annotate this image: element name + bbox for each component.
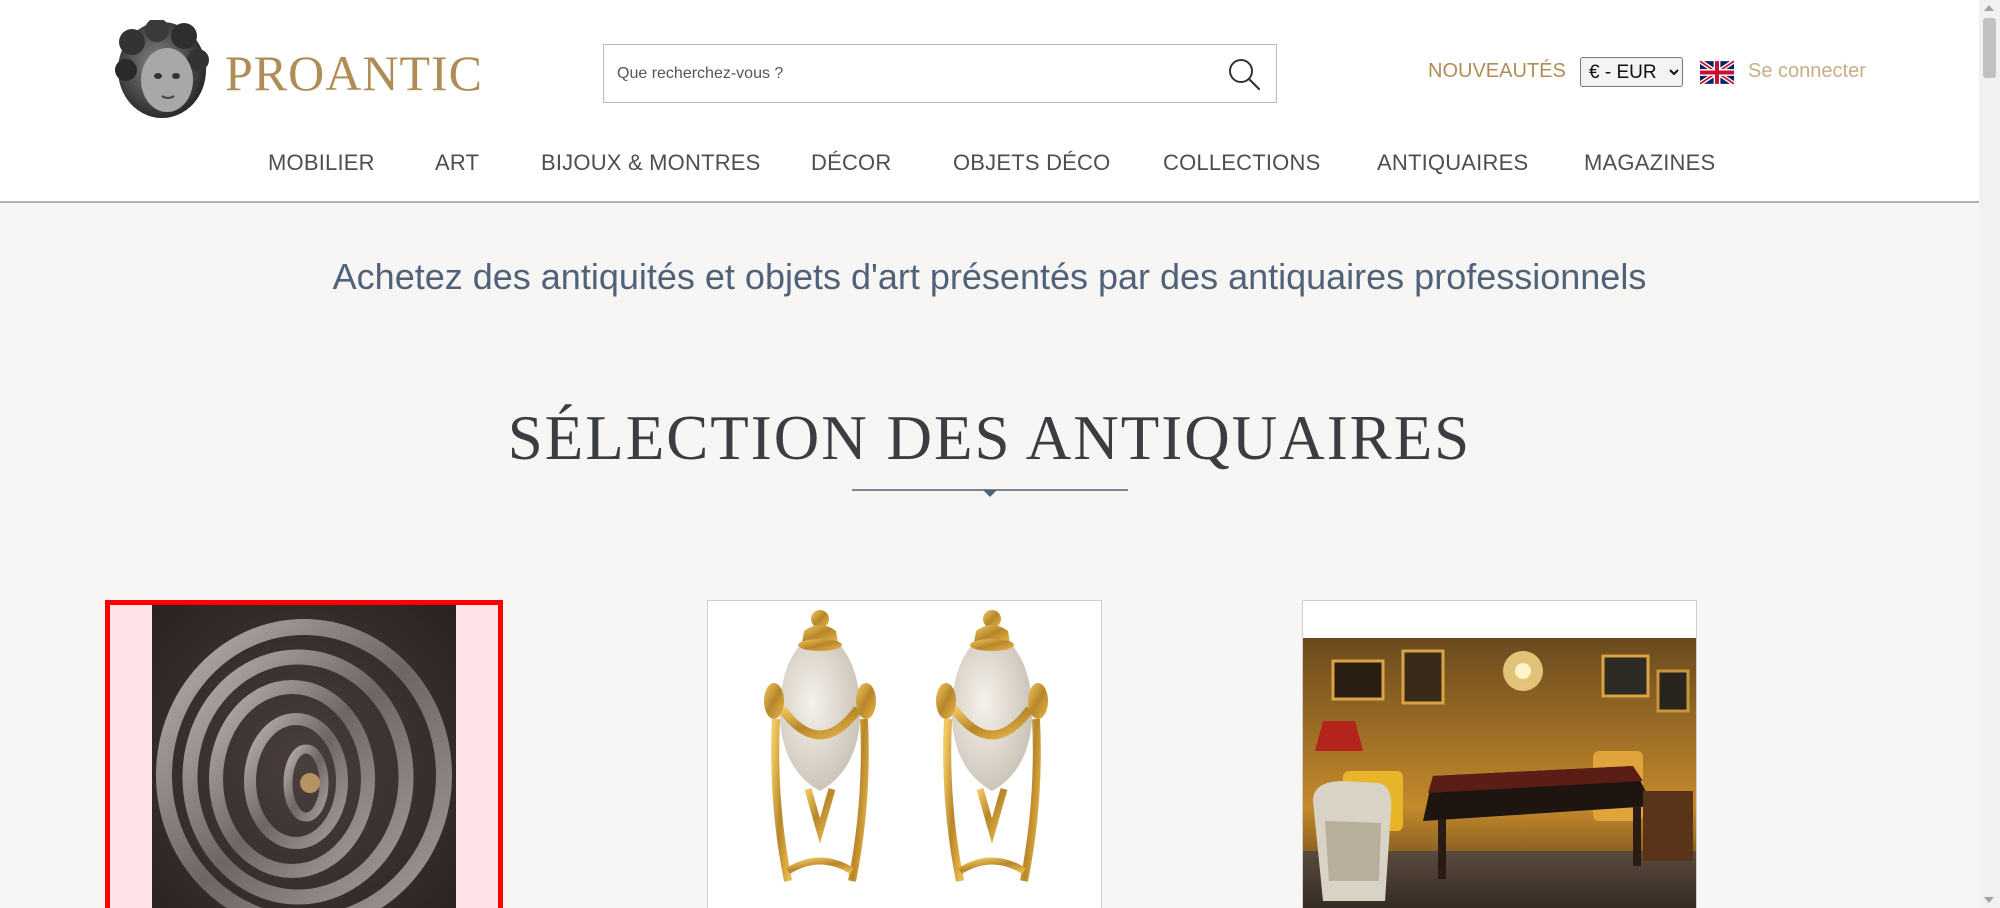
section-title: SÉLECTION DES ANTIQUAIRES: [507, 403, 1472, 473]
scroll-up-arrow-icon[interactable]: [1984, 5, 1994, 11]
nav-item-collections[interactable]: COLLECTIONS: [1163, 150, 1320, 176]
nav-item-mobilier[interactable]: MOBILIER: [268, 150, 375, 176]
login-link[interactable]: Se connecter: [1748, 60, 1866, 83]
nav-item-bijoux-montres[interactable]: BIJOUX & MONTRES: [541, 150, 761, 176]
search-input[interactable]: [604, 45, 1204, 102]
nouveautes-link[interactable]: NOUVEAUTÉS: [1428, 60, 1566, 83]
currency-select[interactable]: € - EUR: [1580, 57, 1683, 87]
product-card-shop-interior[interactable]: [1302, 600, 1697, 908]
scrollbar-thumb[interactable]: [1983, 18, 1996, 78]
page-scrollbar[interactable]: [1979, 0, 2000, 908]
product-image-shop-interior[interactable]: [1303, 601, 1696, 908]
page-tagline: Achetez des antiquités et objets d'art p…: [332, 256, 1647, 297]
nav-item-decor[interactable]: DÉCOR: [811, 150, 891, 176]
nav-item-antiquaires[interactable]: ANTIQUAIRES: [1377, 150, 1528, 176]
search-icon[interactable]: [1226, 56, 1262, 92]
product-image-alabaster-vases[interactable]: [708, 601, 1101, 908]
title-divider: [852, 489, 1128, 497]
product-card-metal-ring-sculpture[interactable]: [105, 600, 503, 908]
nav-item-objets-deco[interactable]: OBJETS DÉCO: [953, 150, 1110, 176]
scroll-down-arrow-icon[interactable]: [1984, 897, 1994, 903]
brand-name[interactable]: PROANTIC: [225, 44, 483, 102]
product-image-metal-rings[interactable]: [110, 605, 498, 908]
product-card-alabaster-vases[interactable]: [707, 600, 1102, 908]
nav-item-magazines[interactable]: MAGAZINES: [1584, 150, 1715, 176]
site-header: PROANTIC NOUVEAUTÉS € - EUR Se connecter…: [0, 0, 1979, 203]
uk-flag-icon[interactable]: [1700, 60, 1734, 85]
search-bar: [603, 44, 1277, 103]
main-nav: MOBILIER ART BIJOUX & MONTRES DÉCOR OBJE…: [0, 150, 1979, 180]
nav-item-art[interactable]: ART: [435, 150, 479, 176]
putto-head-logo[interactable]: [112, 20, 210, 122]
